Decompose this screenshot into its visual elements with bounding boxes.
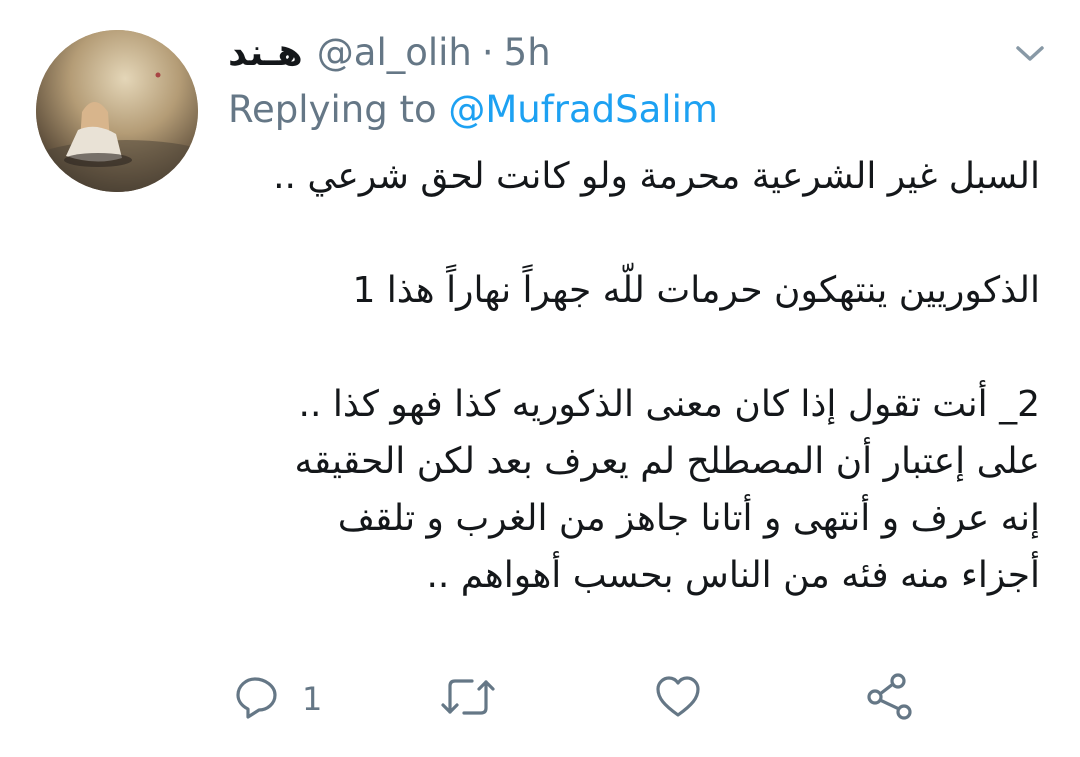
avatar[interactable] [36, 30, 198, 192]
tweet-text: السبل غير الشرعية محرمة ولو كانت لحق شرع… [240, 148, 1040, 604]
tweet-line: على إعتبار أن المصطلح لم يعرف بعد لكن ال… [294, 441, 1040, 482]
tweet[interactable]: هـند @al_olih · 5h Replying to @MufradSa… [0, 0, 1080, 757]
tweet-line: الذكوريين ينتهكون حرمات للّه جهراً نهارا… [352, 270, 1040, 311]
timestamp[interactable]: 5h [504, 31, 551, 74]
reply-button[interactable]: 1 [234, 670, 322, 728]
heart-icon [654, 674, 702, 724]
replying-to-mention[interactable]: @MufradSalim [448, 88, 718, 131]
like-button[interactable] [654, 670, 702, 728]
retweet-icon [440, 674, 496, 724]
share-icon [864, 672, 916, 726]
reply-icon [234, 674, 280, 724]
retweet-button[interactable] [440, 670, 496, 728]
reply-count: 1 [302, 680, 323, 718]
display-name[interactable]: هـند [228, 31, 303, 74]
tweet-header: هـند @al_olih · 5h [228, 30, 551, 74]
tweet-line: السبل غير الشرعية محرمة ولو كانت لحق شرع… [273, 156, 1040, 197]
chevron-down-icon[interactable] [1006, 34, 1054, 74]
user-handle[interactable]: @al_olih [317, 31, 472, 74]
tweet-line: إنه عرف و أنتهى و أتانا جاهز من الغرب و … [337, 498, 1040, 539]
replying-to: Replying to @MufradSalim [228, 88, 718, 131]
separator-dot: · [481, 30, 494, 74]
replying-prefix: Replying to [228, 88, 437, 131]
tweet-line: أجزاء منه فئه من الناس بحسب أهواهم .. [426, 555, 1040, 596]
action-bar: 1 [0, 670, 1080, 728]
share-button[interactable] [864, 670, 916, 728]
tweet-line: 2_ أنت تقول إذا كان معنى الذكوريه كذا فه… [298, 384, 1040, 425]
